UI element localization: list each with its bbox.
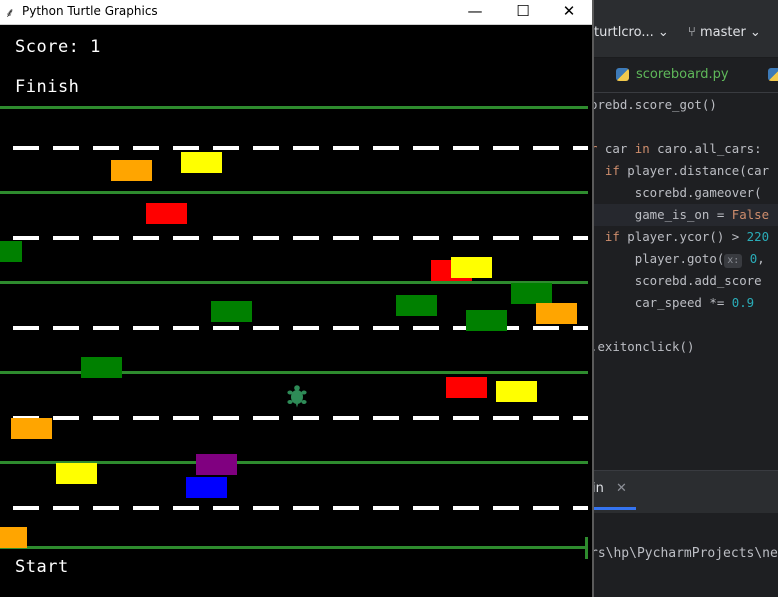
run-panel-header: in ✕ [590, 470, 778, 513]
maximize-button[interactable]: ☐ [500, 0, 546, 24]
project-name: turtlcro... [594, 25, 654, 40]
lane-line [0, 191, 588, 194]
turtle-player-icon [287, 385, 307, 408]
project-selector[interactable]: turtlcro... ⌄ [594, 25, 669, 40]
code-editor[interactable]: orebd.score_got() r car in caro.all_cars… [590, 94, 778, 464]
code-line: player.goto(x: 0, [590, 251, 773, 268]
dashed-line [13, 506, 588, 510]
window-titlebar[interactable]: ⸙ Python Turtle Graphics — ☐ ✕ [0, 0, 592, 25]
tab-scoreboard[interactable]: scoreboard.py [636, 67, 729, 82]
window-title: Python Turtle Graphics [22, 4, 158, 18]
car [146, 203, 187, 224]
score-label: Score: 1 [15, 37, 101, 57]
start-label: Start [15, 557, 69, 577]
lane-line [0, 546, 588, 549]
branch-name: master [699, 25, 746, 40]
code-line: car_speed *= 0.9 [590, 295, 755, 310]
car [446, 377, 487, 398]
code-line: .exitonclick() [590, 339, 695, 354]
feather-icon: ⸙ [5, 6, 15, 21]
car [0, 241, 22, 262]
branch-selector[interactable]: ⑂ master ⌄ [688, 25, 761, 40]
car [536, 303, 577, 324]
code-line: if player.ycor() > 220 [604, 229, 770, 244]
turtle-graphics-window: ⸙ Python Turtle Graphics — ☐ ✕ Score: 1 … [0, 0, 594, 597]
car [0, 527, 27, 548]
car [11, 418, 52, 439]
car [181, 152, 222, 173]
editor-tabs: scoreboard.py [590, 58, 778, 93]
code-line: scorebd.gameover( [590, 185, 762, 200]
console-path: rs\hp\PycharmProjects\ne [590, 546, 778, 561]
code-line: if player.distance(car [604, 163, 770, 178]
car [451, 257, 492, 278]
run-console[interactable]: rs\hp\PycharmProjects\ne [590, 513, 778, 597]
car [396, 295, 437, 316]
car [81, 357, 122, 378]
python-file-icon [768, 68, 778, 81]
dashed-line [13, 236, 588, 240]
python-file-icon [616, 68, 629, 81]
code-line: r car in caro.all_cars: [590, 141, 762, 156]
car [211, 301, 252, 322]
close-icon[interactable]: ✕ [616, 481, 627, 496]
code-line: scorebd.add_score [590, 273, 762, 288]
car [186, 477, 227, 498]
ide-window: turtlcro... ⌄ ⑂ master ⌄ scoreboard.py o… [590, 0, 778, 597]
car [496, 381, 537, 402]
close-button[interactable]: ✕ [546, 0, 592, 24]
lane-line [0, 281, 588, 284]
car [111, 160, 152, 181]
game-canvas[interactable]: Score: 1 Finish Start [0, 25, 590, 597]
car [56, 463, 97, 484]
finish-label: Finish [15, 77, 80, 97]
ide-toolbar: turtlcro... ⌄ ⑂ master ⌄ [590, 0, 778, 58]
minimize-button[interactable]: — [452, 0, 498, 24]
lane-line [0, 106, 588, 109]
car [511, 283, 552, 304]
run-tab-underline [590, 507, 636, 510]
code-line: game_is_on = False [590, 204, 778, 226]
git-branch-icon: ⑂ [688, 25, 696, 40]
code-line: orebd.score_got() [590, 97, 717, 112]
lane-marker [585, 537, 588, 559]
car [466, 310, 507, 331]
dashed-line [13, 416, 588, 420]
dashed-line [13, 146, 588, 150]
car [196, 454, 237, 475]
